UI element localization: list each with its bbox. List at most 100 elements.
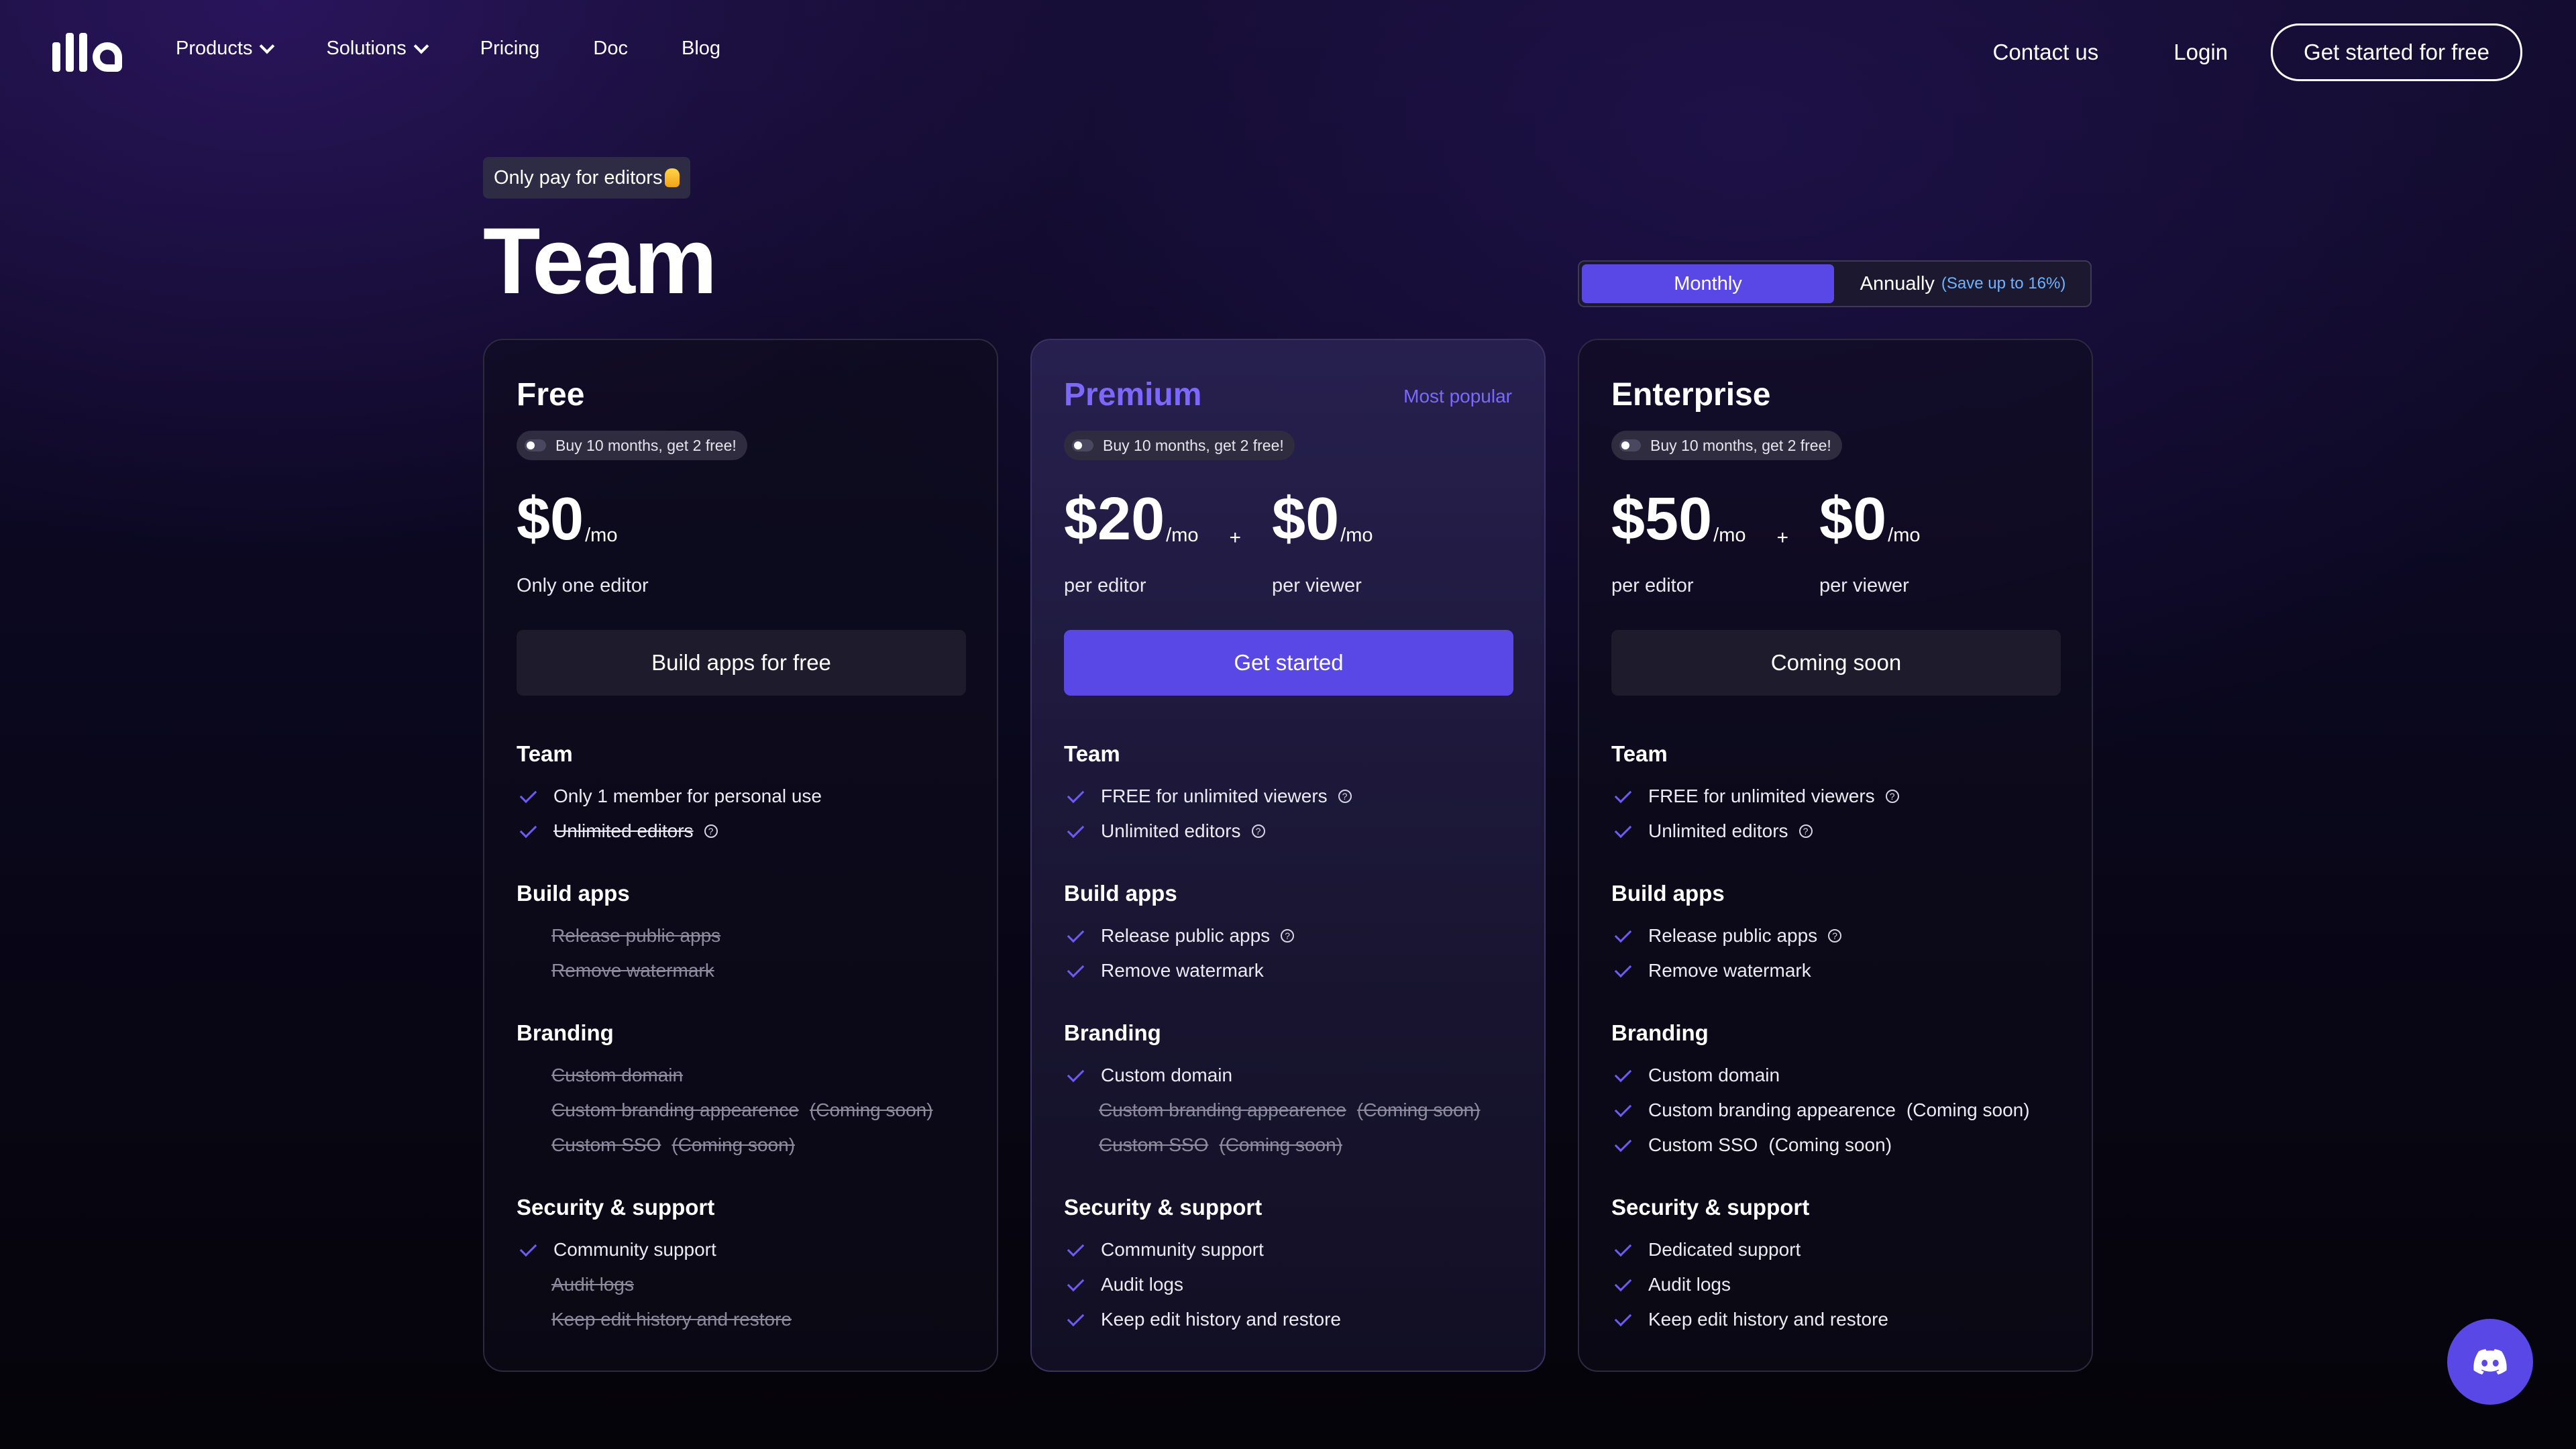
feature-item: Audit logs <box>1064 1267 1520 1302</box>
feature-section-title: Build apps <box>517 881 630 906</box>
feature-section: Build apps Release public apps Remove wate… <box>517 878 973 988</box>
nav-doc[interactable]: Doc <box>593 38 628 60</box>
discount-badge-text: Buy 10 months, get 2 free! <box>1650 436 1831 454</box>
question-circle-icon[interactable]: ? <box>1251 824 1265 838</box>
price-unit: /mo <box>1340 525 1373 546</box>
feature-text: Remove watermark <box>1648 960 1811 981</box>
nav-blog[interactable]: Blog <box>682 38 720 60</box>
price-unit: /mo <box>585 525 618 546</box>
price-amount: $0 <box>1272 486 1340 553</box>
check-icon <box>1614 925 1632 943</box>
feature-text: Custom branding appearence (Coming soon) <box>1648 1099 2030 1120</box>
feature-item: Keep edit history and restore <box>1064 1302 1520 1337</box>
plan-cta-button[interactable]: Build apps for free <box>517 630 966 696</box>
toggle-switch-icon <box>1619 439 1641 451</box>
plan-cta-button[interactable]: Coming soon <box>1611 630 2061 696</box>
feature-text: Community support <box>1101 1239 1264 1260</box>
price-block: $50/mo per editor <box>1611 489 1746 597</box>
price-row: $20/mo per editor + $0/mo per viewer <box>1064 489 1373 597</box>
discount-badge-text: Buy 10 months, get 2 free! <box>1103 436 1284 454</box>
price-block: $20/mo per editor <box>1064 489 1199 597</box>
check-icon <box>1067 1065 1085 1082</box>
feature-text: Keep edit history and restore <box>551 1309 792 1330</box>
feature-item: Keep edit history and restore <box>1611 1302 2068 1337</box>
feature-section-title: Team <box>1611 741 1668 766</box>
feature-text: Keep edit history and restore <box>1101 1309 1341 1330</box>
feature-section: Team Only 1 member for personal use Unlimi… <box>517 739 973 849</box>
feature-item: Unlimited editors? <box>1611 814 2068 849</box>
feature-item: Custom branding appearence (Coming soon) <box>1064 1093 1520 1128</box>
coming-soon-note: (Coming soon) <box>1219 1134 1343 1155</box>
feature-text: Remove watermark <box>1101 960 1264 981</box>
monthly-option[interactable]: Monthly <box>1582 264 1834 303</box>
feature-section-title: Build apps <box>1064 881 1177 906</box>
annually-option[interactable]: Annually (Save up to 16%) <box>1837 264 2089 303</box>
discount-badge[interactable]: Buy 10 months, get 2 free! <box>1064 431 1295 460</box>
feature-text: Keep edit history and restore <box>1648 1309 1888 1330</box>
feature-section-title: Security & support <box>1611 1195 1810 1220</box>
feature-text: Release public apps <box>1101 925 1271 946</box>
feature-text: Community support <box>553 1239 716 1260</box>
plan-card-free: Free Buy 10 months, get 2 free! $0/mo Onl… <box>483 339 998 1372</box>
check-icon <box>1614 1309 1632 1326</box>
price-subtitle: Only one editor <box>517 575 649 596</box>
price-amount: $20 <box>1064 486 1165 553</box>
check-icon <box>1067 1239 1085 1256</box>
discord-button[interactable] <box>2447 1319 2533 1405</box>
feature-item: Unlimited editors? <box>1064 814 1520 849</box>
feature-section-title: Security & support <box>1064 1195 1263 1220</box>
feature-item: Remove watermark <box>517 953 973 988</box>
nav-doc-label: Doc <box>593 38 628 59</box>
discount-badge[interactable]: Buy 10 months, get 2 free! <box>1611 431 1842 460</box>
price-unit: /mo <box>1888 525 1921 546</box>
page-title: Team <box>483 208 717 313</box>
plan-cta-button[interactable]: Get started <box>1064 630 1513 696</box>
get-started-free-button[interactable]: Get started for free <box>2271 23 2522 81</box>
feature-text: Unlimited editors <box>1101 820 1241 841</box>
coming-soon-note: (Coming soon) <box>672 1134 796 1155</box>
victory-hand-icon <box>665 168 680 187</box>
price-block: $0/mo per viewer <box>1819 489 1920 597</box>
feature-section: Security & support Community support Audit… <box>1064 1192 1520 1337</box>
question-circle-icon[interactable]: ? <box>1828 929 1842 943</box>
feature-section: Team FREE for unlimited viewers? Unlimited… <box>1064 739 1520 849</box>
question-circle-icon[interactable]: ? <box>1799 824 1813 838</box>
feature-text: Remove watermark <box>551 960 714 981</box>
feature-text: Custom SSO (Coming soon) <box>1648 1134 1892 1155</box>
feature-list: Team FREE for unlimited viewers? Unlimited… <box>1064 739 1520 1366</box>
nav-solutions[interactable]: Solutions <box>326 38 429 60</box>
discount-badge[interactable]: Buy 10 months, get 2 free! <box>517 431 747 460</box>
question-circle-icon[interactable]: ? <box>1281 929 1295 943</box>
chevron-down-icon <box>260 38 275 54</box>
question-circle-icon[interactable]: ? <box>704 824 718 838</box>
nav-products-label: Products <box>176 38 253 59</box>
plus-sign: + <box>1776 527 1789 549</box>
nav-products[interactable]: Products <box>176 38 275 60</box>
price-amount: $50 <box>1611 486 1713 553</box>
feature-section-title: Branding <box>517 1020 614 1045</box>
contact-us-link[interactable]: Contact us <box>1993 40 2099 65</box>
question-circle-icon[interactable]: ? <box>1885 790 1899 803</box>
feature-section: Security & support Community support Audit… <box>517 1192 973 1337</box>
annual-save-note: (Save up to 16%) <box>1941 274 2066 292</box>
feature-section: Branding Custom domain Custom branding app… <box>1064 1018 1520 1163</box>
feature-item: Custom domain <box>517 1058 973 1093</box>
nav-pricing[interactable]: Pricing <box>480 38 540 60</box>
feature-text: Custom branding appearence (Coming soon) <box>551 1099 933 1120</box>
login-link[interactable]: Login <box>2174 40 2228 65</box>
price-block: $0/mo Only one editor <box>517 489 649 597</box>
chevron-down-icon <box>413 38 429 54</box>
feature-list: Team FREE for unlimited viewers? Unlimited… <box>1611 739 2068 1366</box>
feature-text: Unlimited editors <box>1648 820 1788 841</box>
illa-logo[interactable] <box>52 32 122 72</box>
nav-pricing-label: Pricing <box>480 38 540 59</box>
question-circle-icon[interactable]: ? <box>1338 790 1352 803</box>
price-subtitle: per editor <box>1611 575 1694 596</box>
check-icon <box>1067 1309 1085 1326</box>
feature-item: Only 1 member for personal use <box>517 779 973 814</box>
feature-item: Custom domain <box>1064 1058 1520 1093</box>
check-icon <box>1614 1099 1632 1117</box>
feature-text: Audit logs <box>551 1274 634 1295</box>
discord-icon <box>2473 1349 2507 1375</box>
toggle-switch-icon <box>1072 439 1093 451</box>
